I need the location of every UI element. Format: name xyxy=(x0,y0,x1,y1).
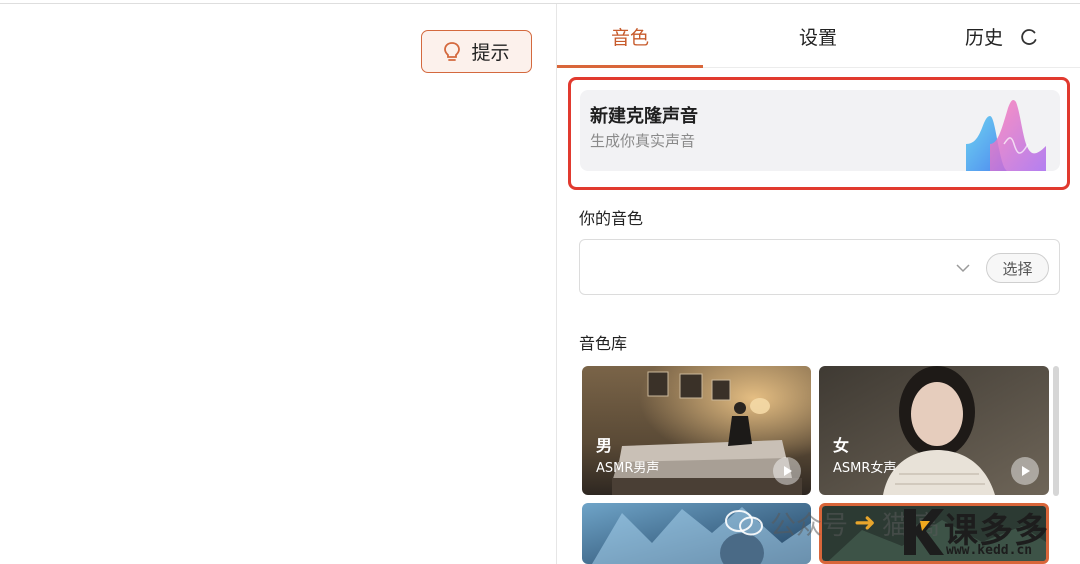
refresh-icon[interactable] xyxy=(1018,26,1040,48)
voice-card-male[interactable]: 男 ASMR男声 xyxy=(582,366,811,495)
watermark-text: 公众号 xyxy=(770,510,849,541)
active-tab-indicator xyxy=(557,65,703,68)
sound-wave-icon xyxy=(966,100,1046,171)
voice-description: ASMR男声 xyxy=(596,461,660,476)
watermark-arrow-icon: ➜ xyxy=(854,508,876,538)
clone-card-subtitle: 生成你真实声音 xyxy=(590,132,696,150)
voice-library-label: 音色库 xyxy=(579,334,628,353)
hint-button[interactable]: 提示 xyxy=(421,30,532,73)
your-voice-label: 你的音色 xyxy=(579,209,644,228)
play-icon xyxy=(1022,466,1030,476)
library-scrollbar[interactable] xyxy=(1053,366,1059,496)
lightbulb-icon xyxy=(443,41,461,63)
play-button[interactable] xyxy=(1011,457,1039,485)
new-clone-voice-card[interactable]: 新建克隆声音 生成你真实声音 xyxy=(580,90,1060,171)
logo-url: www.kedd.cn xyxy=(946,543,1033,558)
play-icon xyxy=(784,466,792,476)
chevron-down-icon[interactable] xyxy=(954,259,972,277)
play-button[interactable] xyxy=(773,457,801,485)
clone-card-title: 新建克隆声音 xyxy=(590,106,698,127)
your-voice-select[interactable]: 选择 xyxy=(579,239,1060,295)
tab-bar: 音色 设置 历史 xyxy=(557,4,1080,68)
voice-gender-label: 女 xyxy=(833,436,850,455)
panel-divider xyxy=(556,4,557,564)
tab-timbre[interactable]: 音色 xyxy=(557,4,703,68)
hint-label: 提示 xyxy=(471,42,510,64)
voice-description: ASMR女声 xyxy=(833,461,897,476)
tab-settings[interactable]: 设置 xyxy=(743,4,893,68)
voice-gender-label: 男 xyxy=(596,436,613,455)
wechat-icon xyxy=(725,510,763,536)
tab-history[interactable]: 历史 xyxy=(949,4,1019,68)
select-button[interactable]: 选择 xyxy=(986,253,1049,283)
voice-card-female[interactable]: 女 ASMR女声 xyxy=(819,366,1049,495)
site-logo: 课多多 www.kedd.cn xyxy=(900,505,1078,562)
k-logo-icon xyxy=(904,509,944,555)
